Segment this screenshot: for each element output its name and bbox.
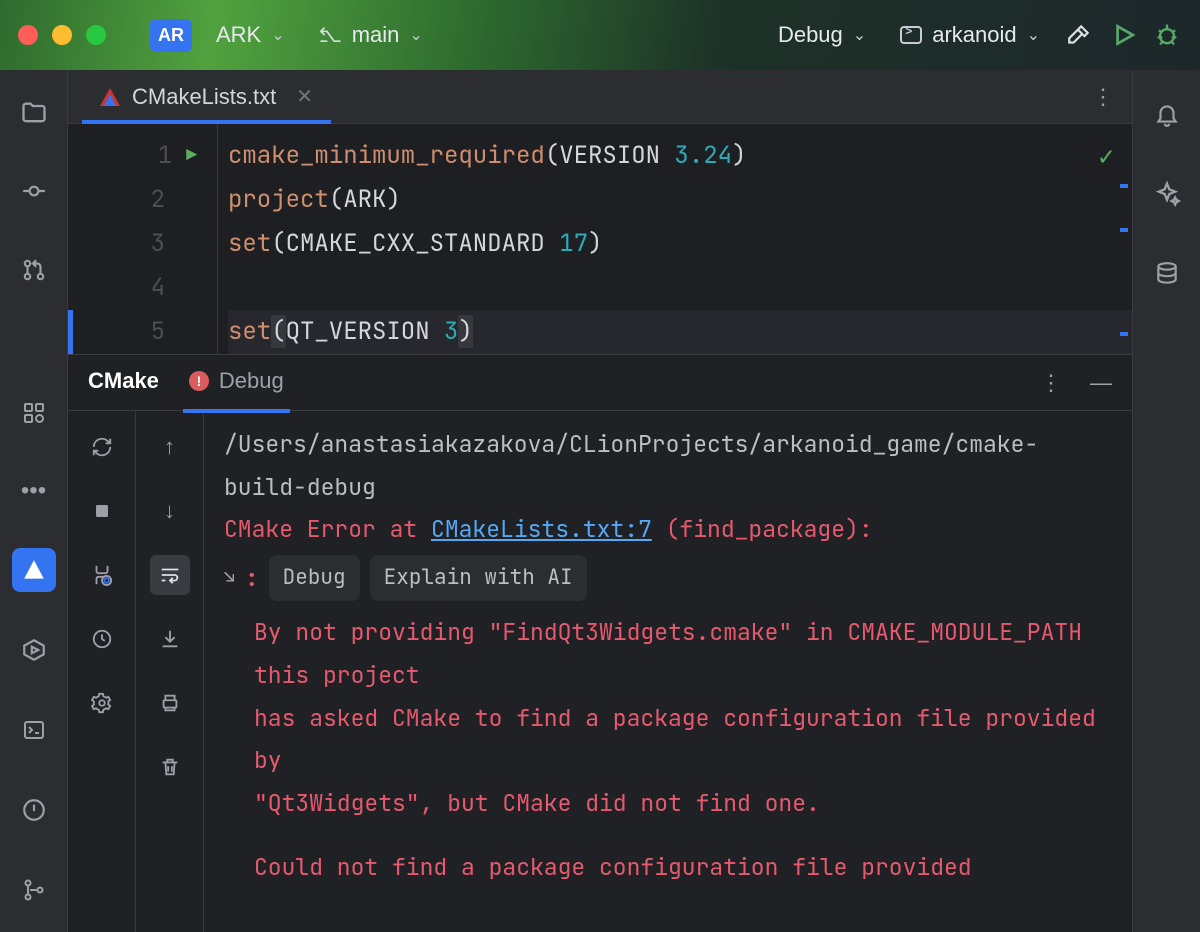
project-badge: AR bbox=[150, 19, 192, 52]
debug-button[interactable] bbox=[1152, 20, 1182, 50]
commit-tool-button[interactable] bbox=[12, 170, 56, 212]
chevron-down-icon: ⌄ bbox=[1027, 25, 1040, 45]
close-icon[interactable] bbox=[18, 25, 38, 45]
code-editor[interactable]: 1▶2345 cmake_minimum_required(VERSION 3.… bbox=[68, 124, 1132, 354]
more-tool-button[interactable]: ••• bbox=[12, 470, 56, 512]
branch-name: main bbox=[352, 22, 400, 48]
export-button[interactable] bbox=[150, 619, 190, 659]
database-button[interactable] bbox=[1145, 252, 1189, 296]
scroll-down-button[interactable]: ↓ bbox=[150, 491, 190, 531]
project-name: ARK bbox=[216, 22, 261, 48]
structure-tool-button[interactable] bbox=[12, 392, 56, 434]
pull-requests-button[interactable] bbox=[12, 248, 56, 290]
app-icon bbox=[900, 26, 922, 44]
output-path: /Users/anastasiakazakova/CLionProjects/a… bbox=[224, 423, 1112, 508]
window-controls bbox=[18, 25, 106, 45]
main: ••• CMakeLists.txt ✕ bbox=[0, 70, 1200, 932]
run-gutter-icon[interactable]: ▶ bbox=[186, 134, 197, 178]
run-target-selector[interactable]: arkanoid ⌄ bbox=[890, 16, 1050, 54]
minimize-icon[interactable] bbox=[52, 25, 72, 45]
chip-explain-ai[interactable]: Explain with AI bbox=[370, 555, 587, 602]
ai-chip-row: ↘ : Debug Explain with AI bbox=[224, 555, 1112, 602]
tab-label: Debug bbox=[219, 368, 284, 394]
editor-tab[interactable]: CMakeLists.txt ✕ bbox=[82, 70, 331, 123]
project-tool-button[interactable] bbox=[12, 92, 56, 134]
tool-minimize-button[interactable]: — bbox=[1090, 370, 1112, 396]
line-number: 1▶ bbox=[68, 134, 207, 178]
tab-label: CMake bbox=[88, 368, 159, 394]
tool-window: CMake ! Debug ⋮ — bbox=[68, 354, 1132, 932]
colon: : bbox=[245, 557, 259, 600]
cmake-cache-button[interactable] bbox=[82, 619, 122, 659]
tool-options-button[interactable]: ⋮ bbox=[1040, 370, 1062, 396]
scroll-up-button[interactable]: ↑ bbox=[150, 427, 190, 467]
collapse-icon[interactable]: ↘ bbox=[224, 561, 235, 594]
output-error-line: CMake Error at CMakeLists.txt:7 (find_pa… bbox=[224, 508, 1112, 551]
gutter: 1▶2345 bbox=[68, 124, 218, 354]
scrollbar-marks bbox=[1120, 184, 1128, 336]
output-line: has asked CMake to find a package config… bbox=[224, 697, 1112, 782]
tool-tab-cmake[interactable]: CMake bbox=[88, 368, 159, 398]
run-button[interactable] bbox=[1108, 20, 1138, 50]
console-output[interactable]: /Users/anastasiakazakova/CLionProjects/a… bbox=[204, 411, 1132, 932]
ai-assistant-button[interactable] bbox=[1145, 172, 1189, 216]
line-number: 3 bbox=[68, 222, 207, 266]
code-line[interactable]: set(CMAKE_CXX_STANDARD 17) bbox=[228, 222, 1132, 266]
reload-button[interactable] bbox=[82, 427, 122, 467]
branch-icon bbox=[319, 22, 342, 48]
chip-debug[interactable]: Debug bbox=[269, 555, 360, 602]
tool-actions-col2: ↑ ↓ bbox=[136, 411, 204, 932]
right-tool-strip bbox=[1132, 70, 1200, 932]
left-tool-strip: ••• bbox=[0, 70, 68, 932]
error-source-link[interactable]: CMakeLists.txt:7 bbox=[431, 514, 652, 544]
close-tab-button[interactable]: ✕ bbox=[296, 84, 313, 109]
titlebar: AR ARK ⌄ main ⌄ Debug ⌄ arkanoid ⌄ bbox=[0, 0, 1200, 70]
cmake-file-icon bbox=[100, 88, 120, 106]
tab-overflow-button[interactable]: ⋮ bbox=[1092, 84, 1114, 110]
code-body[interactable]: cmake_minimum_required(VERSION 3.24)proj… bbox=[228, 124, 1132, 354]
tool-body: ↑ ↓ /Users/anastasiakazakova/CLionProjec… bbox=[68, 411, 1132, 932]
tab-label: CMakeLists.txt bbox=[132, 84, 276, 110]
output-line: "Qt3Widgets", but CMake did not find one… bbox=[224, 782, 1112, 825]
chevron-down-icon: ⌄ bbox=[409, 25, 422, 45]
run-target: arkanoid bbox=[932, 22, 1016, 48]
build-config-selector[interactable]: Debug ⌄ bbox=[768, 16, 876, 54]
settings-button[interactable] bbox=[82, 683, 122, 723]
notifications-button[interactable] bbox=[1145, 92, 1189, 136]
code-line[interactable]: set(QT_VERSION 3) bbox=[228, 310, 1132, 354]
branch-selector[interactable]: main ⌄ bbox=[309, 16, 433, 54]
maximize-icon[interactable] bbox=[86, 25, 106, 45]
problems-tool-button[interactable] bbox=[12, 788, 56, 832]
inspection-ok-icon[interactable]: ✓ bbox=[1098, 138, 1114, 173]
vcs-tool-button[interactable] bbox=[12, 868, 56, 912]
editor-tabs: CMakeLists.txt ✕ ⋮ bbox=[68, 70, 1132, 124]
line-number: 4 bbox=[68, 266, 207, 310]
output-line: Could not find a package configuration f… bbox=[224, 846, 1112, 889]
line-number: 5 bbox=[68, 310, 207, 354]
build-config: Debug bbox=[778, 22, 843, 48]
soft-wrap-button[interactable] bbox=[150, 555, 190, 595]
cmake-tool-button[interactable] bbox=[12, 548, 56, 592]
chevron-down-icon: ⌄ bbox=[271, 25, 284, 45]
services-tool-button[interactable] bbox=[12, 628, 56, 672]
editor-area: CMakeLists.txt ✕ ⋮ 1▶2345 cmake_minimum_… bbox=[68, 70, 1132, 932]
terminal-tool-button[interactable] bbox=[12, 708, 56, 752]
cmake-settings-button[interactable] bbox=[82, 555, 122, 595]
output-line: By not providing "FindQt3Widgets.cmake" … bbox=[224, 611, 1112, 696]
clear-button[interactable] bbox=[150, 747, 190, 787]
code-line[interactable]: project(ARK) bbox=[228, 178, 1132, 222]
build-button[interactable] bbox=[1064, 20, 1094, 50]
print-button[interactable] bbox=[150, 683, 190, 723]
tool-tab-debug[interactable]: ! Debug bbox=[189, 368, 284, 398]
code-line[interactable] bbox=[228, 266, 1132, 310]
line-number: 2 bbox=[68, 178, 207, 222]
chevron-down-icon: ⌄ bbox=[853, 25, 866, 45]
project-selector[interactable]: ARK ⌄ bbox=[206, 16, 295, 54]
error-indicator-icon: ! bbox=[189, 371, 209, 391]
tool-actions-col1 bbox=[68, 411, 136, 932]
code-line[interactable]: cmake_minimum_required(VERSION 3.24) bbox=[228, 134, 1132, 178]
tool-tabs: CMake ! Debug ⋮ — bbox=[68, 355, 1132, 411]
stop-button[interactable] bbox=[82, 491, 122, 531]
